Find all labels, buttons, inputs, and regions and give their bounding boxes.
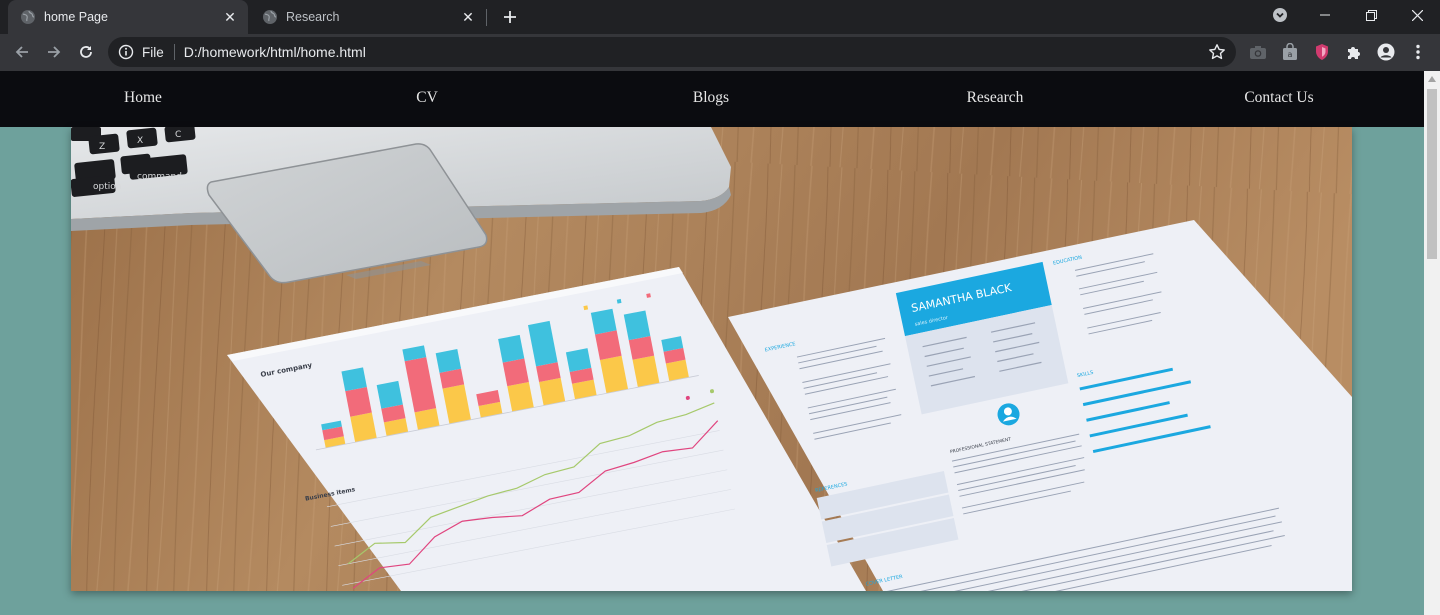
tab-title: Research [286,10,340,24]
caret-up-icon [1428,76,1436,82]
site-navbar: Home CV Blogs Research Contact Us [0,71,1424,127]
tab-separator [486,9,487,26]
reload-button[interactable] [72,38,100,66]
nav-link-blogs[interactable]: Blogs [693,89,729,107]
profile-button[interactable] [1376,42,1396,62]
extensions-button[interactable] [1344,42,1364,62]
back-button[interactable] [8,38,36,66]
nav-link-research[interactable]: Research [967,89,1024,107]
shopping-extension-button[interactable]: a [1280,42,1300,62]
close-tab-icon[interactable]: ✕ [222,9,238,25]
tab-title: home Page [44,10,108,24]
chevron-down-icon [1273,8,1287,22]
svg-text:option: option [93,182,121,192]
page-viewport: Home CV Blogs Research Contact Us Z X C … [0,71,1424,615]
browser-toolbar: File D:/homework/html/home.html a [0,34,1440,71]
svg-text:command: command [137,172,182,182]
url-text[interactable]: D:/homework/html/home.html [184,44,1208,60]
puzzle-icon [1348,47,1360,59]
arrow-right-icon [48,46,61,58]
tab-strip: home Page ✕ Research ✕ [0,0,1440,34]
person-icon [1377,43,1395,61]
star-icon[interactable] [1208,43,1226,61]
globe-icon [263,10,277,24]
new-tab-button[interactable] [498,5,522,29]
scroll-up-button[interactable] [1424,71,1440,87]
shield-extension-button[interactable] [1312,42,1332,62]
svg-text:a: a [1288,50,1293,59]
tab-search-button[interactable] [1257,0,1303,30]
svg-text:X: X [137,136,143,146]
nav-link-contact-us[interactable]: Contact Us [1244,89,1313,107]
bag-icon: a [1283,43,1297,60]
restore-icon [1365,9,1377,21]
omnibox-divider [173,44,175,60]
close-window-button[interactable] [1394,0,1440,30]
arrow-left-icon [15,46,28,58]
info-icon[interactable] [118,44,134,60]
forward-button[interactable] [40,38,68,66]
hero-photo: ZXC optioncommand Our company Business i… [71,127,1352,591]
address-bar[interactable]: File D:/homework/html/home.html [108,37,1236,67]
nav-link-home[interactable]: Home [124,89,162,107]
camera-icon [1250,46,1266,59]
nav-link-cv[interactable]: CV [416,89,438,107]
svg-text:C: C [175,130,181,140]
scrollbar-thumb[interactable] [1427,89,1437,259]
svg-text:Z: Z [99,142,105,152]
shield-icon [1316,44,1328,60]
tab-home-page[interactable]: home Page ✕ [8,0,248,34]
reload-icon [80,46,92,58]
menu-button[interactable] [1408,42,1428,62]
minimize-button[interactable] [1302,0,1348,30]
globe-icon [21,10,35,24]
more-vert-icon [1416,44,1420,60]
hero-image: ZXC option command Our company Business … [71,127,1352,591]
vertical-scrollbar[interactable] [1424,71,1440,615]
screenshot-extension-button[interactable] [1248,42,1268,62]
close-tab-icon[interactable]: ✕ [460,9,476,25]
plus-icon [504,11,516,23]
close-icon [1411,9,1423,21]
scheme-label: File [142,44,164,60]
tab-research[interactable]: Research ✕ [250,0,486,34]
minimize-icon [1320,14,1330,16]
restore-button[interactable] [1348,0,1394,30]
